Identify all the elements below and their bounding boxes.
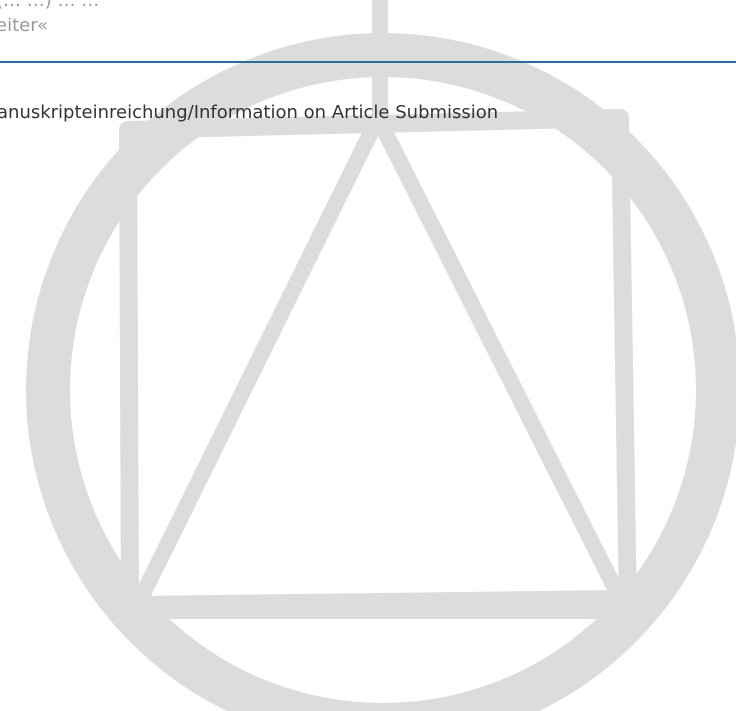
article-content: (… …) … … eiter« anuskripteinreichung/In… [0,0,736,711]
intro-text-line-2: eiter« [0,15,48,36]
intro-text-line-1: (… …) … … [0,0,100,11]
article-submission-link[interactable]: anuskripteinreichung/Information on Arti… [0,102,498,123]
section-divider [0,61,736,63]
